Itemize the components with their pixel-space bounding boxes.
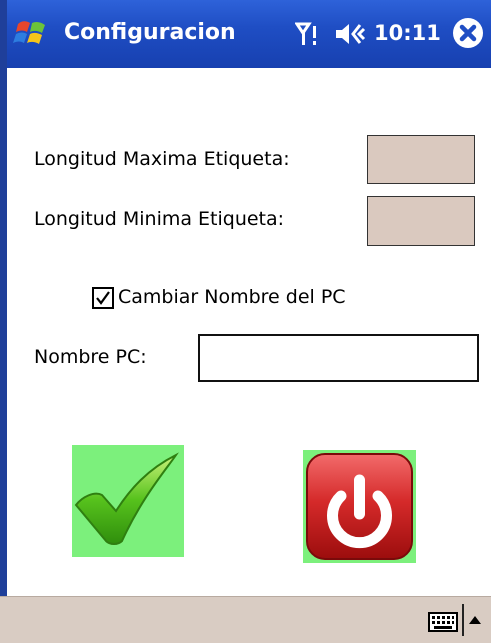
min-length-label: Longitud Minima Etiqueta: (34, 208, 285, 230)
signal-icon[interactable] (295, 20, 325, 48)
min-length-field[interactable] (367, 196, 475, 246)
max-length-label: Longitud Maxima Etiqueta: (34, 148, 290, 170)
shutdown-button[interactable] (303, 450, 416, 563)
clock-time: 10:11 (374, 21, 441, 45)
checkmark-icon (96, 291, 110, 305)
title-bar: Configuracion 10:11 (0, 0, 491, 68)
up-arrow-icon[interactable] (468, 614, 482, 626)
keyboard-icon[interactable] (428, 612, 458, 632)
accept-button[interactable] (72, 445, 184, 557)
divider (462, 604, 464, 636)
pc-name-label: Nombre PC: (34, 346, 147, 368)
power-icon (306, 453, 413, 560)
volume-icon[interactable] (333, 20, 367, 48)
soft-input-bar (0, 596, 491, 643)
checkmark-icon (74, 452, 179, 545)
max-length-field[interactable] (367, 135, 475, 184)
change-pc-name-label[interactable]: Cambiar Nombre del PC (118, 285, 346, 309)
close-icon[interactable] (451, 16, 485, 50)
pc-name-input[interactable] (198, 334, 479, 382)
windows-flag-icon[interactable] (12, 14, 50, 52)
window-left-border (0, 0, 7, 642)
app-window: Configuracion 10:11 Longitud Maxima Etiq… (0, 0, 491, 643)
change-pc-name-checkbox[interactable] (92, 287, 114, 309)
window-title: Configuracion (64, 20, 236, 45)
